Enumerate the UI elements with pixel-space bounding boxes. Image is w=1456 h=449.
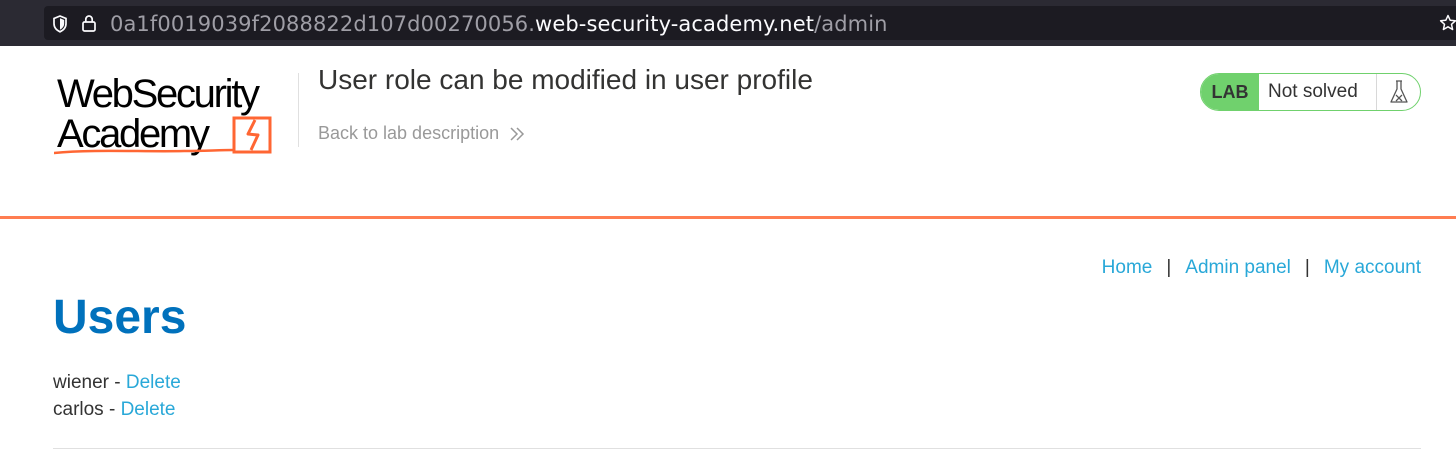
user-dash: - bbox=[108, 372, 126, 393]
user-row: wiener - Delete bbox=[53, 369, 181, 396]
lab-state: Not solved bbox=[1259, 74, 1377, 110]
page-title: Users bbox=[53, 291, 187, 344]
delete-user-link[interactable]: Delete bbox=[126, 372, 181, 393]
lab-status-widget: LAB Not solved bbox=[1200, 73, 1421, 111]
user-list: wiener - Delete carlos - Delete bbox=[53, 369, 181, 423]
bookmark-star-icon[interactable] bbox=[1439, 14, 1456, 32]
browser-toolbar: 0a1f0019039f2088822d107d00270056.web-sec… bbox=[0, 0, 1456, 46]
lab-badge: LAB bbox=[1201, 74, 1259, 110]
user-dash: - bbox=[103, 399, 121, 420]
header-divider bbox=[298, 73, 299, 147]
shield-icon[interactable] bbox=[52, 15, 68, 33]
url-text[interactable]: 0a1f0019039f2088822d107d00270056.web-sec… bbox=[110, 10, 888, 38]
delete-user-link[interactable]: Delete bbox=[121, 399, 176, 420]
header-separator bbox=[0, 216, 1456, 219]
web-security-academy-logo[interactable]: WebSecurity Academy bbox=[54, 72, 298, 162]
lock-icon[interactable] bbox=[81, 14, 97, 32]
nav-home-link[interactable]: Home bbox=[1102, 257, 1153, 279]
username: wiener bbox=[53, 372, 109, 393]
back-link-label[interactable]: Back to lab description bbox=[318, 123, 499, 144]
nav-separator: | bbox=[1304, 257, 1310, 278]
logo-mark-icon bbox=[54, 116, 272, 155]
double-chevron-right-icon bbox=[510, 126, 525, 141]
nav-my-account-link[interactable]: My account bbox=[1324, 257, 1421, 279]
user-row: carlos - Delete bbox=[53, 396, 181, 423]
flask-icon bbox=[1377, 74, 1420, 110]
lab-title: User role can be modified in user profil… bbox=[318, 64, 813, 95]
username: carlos bbox=[53, 399, 104, 420]
top-nav: Home | Admin panel | My account bbox=[1102, 257, 1421, 279]
nav-separator: | bbox=[1166, 257, 1172, 278]
nav-admin-panel-link[interactable]: Admin panel bbox=[1185, 257, 1291, 279]
back-to-lab-description-link[interactable]: Back to lab description bbox=[318, 123, 525, 144]
